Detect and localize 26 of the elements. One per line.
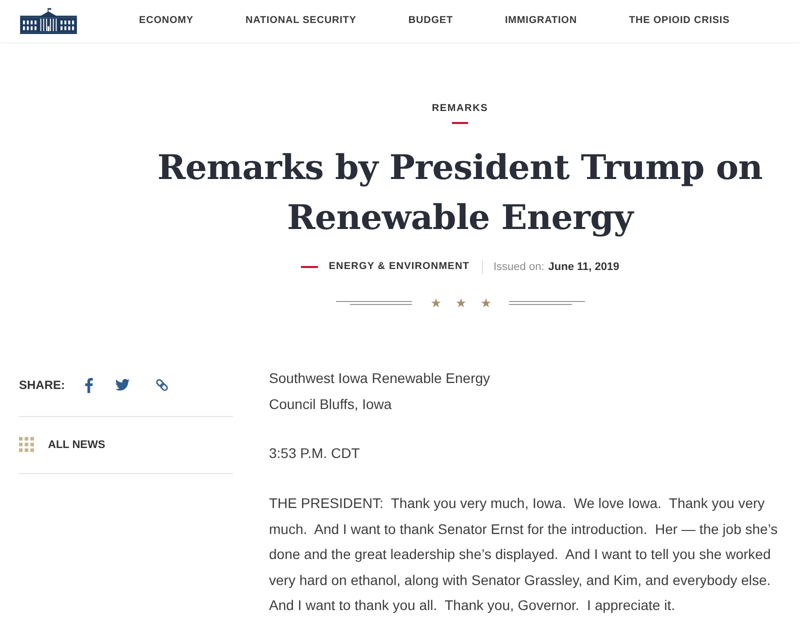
- location-line: Southwest Iowa Renewable Energy: [269, 369, 492, 388]
- issued-date: June 11, 2019: [548, 260, 620, 274]
- share-label: SHARE:: [19, 377, 66, 393]
- star-icon: [456, 298, 466, 308]
- star-icon: [480, 298, 490, 308]
- speech-paragraph: THE PRESIDENT: Thank you very much, Iowa. We love Iowa. Thank you very much. And I want to thank Senator Ernst for the introduction. Her — the job she’s done and the great leadership she’s displayed. And I want to tell you she worked very hard on ethanol, along with Senator Grassley, and Kim, and everybody else. And I want to thank you all. Thank you, Governor. I appreciate it.: [269, 494, 779, 615]
- location-line: Council Bluffs, Iowa: [269, 395, 393, 414]
- issued-label: Issued on:: [494, 260, 544, 274]
- nav-link[interactable]: IMMIGRATION: [505, 15, 577, 27]
- link-icon[interactable]: [155, 378, 170, 392]
- time-text: 3:53 P.M. CDT: [269, 444, 361, 463]
- nav-link[interactable]: ECONOMY: [139, 15, 194, 27]
- bird-icon[interactable]: [115, 379, 130, 391]
- article-title: Remarks by President Trump on Renewable Energy: [156, 147, 764, 240]
- dash-icon: [300, 266, 318, 268]
- nav-link[interactable]: THE OPIOID CRISIS: [628, 15, 730, 27]
- all-news-link[interactable]: ALL NEWS: [48, 438, 106, 452]
- dash-icon: [452, 122, 468, 124]
- facebook-icon[interactable]: [85, 378, 94, 392]
- star-icon: [430, 298, 440, 308]
- building-logo-icon[interactable]: [19, 8, 78, 34]
- grid-icon: [19, 437, 34, 452]
- topic-link[interactable]: ENERGY & ENVIRONMENT: [328, 261, 470, 273]
- nav-link[interactable]: BUDGET: [408, 15, 453, 27]
- category-label: REMARKS: [432, 103, 488, 115]
- nav-link[interactable]: NATIONAL SECURITY: [245, 15, 356, 27]
